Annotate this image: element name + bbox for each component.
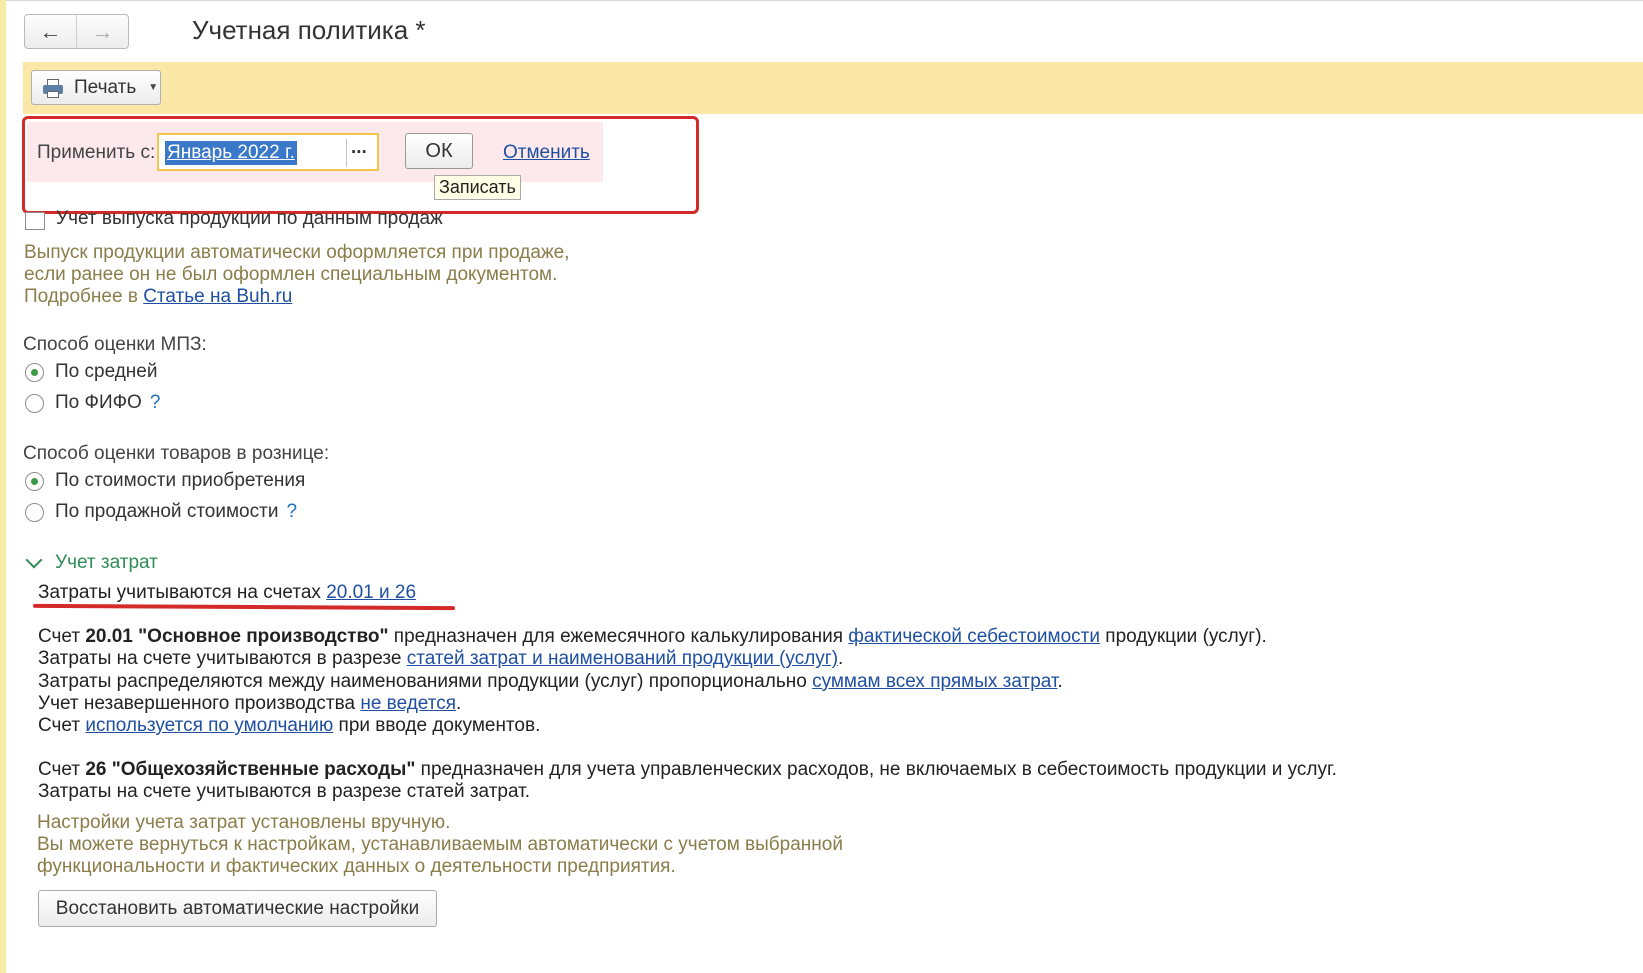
production-by-sales-label[interactable]: Учет выпуска продукции по данным продаж bbox=[56, 208, 443, 230]
command-bar: Печать ▼ bbox=[23, 62, 1643, 114]
retail-purchase-label[interactable]: По стоимости приобретения bbox=[55, 470, 305, 492]
dropdown-caret-icon: ▼ bbox=[148, 82, 159, 93]
account-26-description: Счет 26 "Общехозяйственные расходы" пред… bbox=[38, 759, 1337, 803]
cost-items-link[interactable]: статей затрат и наименований продукции (… bbox=[407, 648, 838, 669]
mpz-average-label[interactable]: По средней bbox=[55, 361, 157, 383]
production-by-sales-checkbox[interactable] bbox=[25, 212, 45, 230]
highlight-frame bbox=[22, 116, 699, 214]
account-2001-description: Счет 20.01 "Основное производство" предн… bbox=[38, 626, 1267, 737]
nav-buttons: ← → bbox=[24, 14, 129, 49]
printer-icon bbox=[42, 78, 64, 98]
red-underline-mark bbox=[32, 603, 456, 611]
forward-button[interactable]: → bbox=[76, 15, 128, 48]
manual-settings-hint: Настройки учета затрат установлены вручн… bbox=[37, 812, 843, 877]
left-edge-bar bbox=[0, 0, 6, 973]
mpz-fifo-radio[interactable] bbox=[25, 394, 44, 413]
retail-sale-radio[interactable] bbox=[25, 503, 44, 522]
mpz-fifo-label[interactable]: По ФИФО bbox=[55, 392, 142, 413]
retail-title: Способ оценки товаров в рознице: bbox=[23, 443, 330, 464]
print-button-label: Печать bbox=[74, 76, 137, 98]
restore-auto-settings-button[interactable]: Восстановить автоматические настройки bbox=[38, 890, 437, 927]
top-border bbox=[6, 0, 1643, 1]
mpz-average-radio[interactable] bbox=[25, 363, 44, 382]
mpz-title: Способ оценки МПЗ: bbox=[23, 334, 207, 355]
buh-article-link[interactable]: Статье на Buh.ru bbox=[143, 286, 292, 307]
retail-sale-label[interactable]: По продажной стоимости bbox=[55, 501, 278, 522]
wip-link[interactable]: не ведется bbox=[360, 693, 456, 714]
help-icon[interactable]: ? bbox=[286, 501, 297, 522]
costs-group-title: Учет затрат bbox=[55, 552, 158, 573]
arrow-right-icon: → bbox=[91, 18, 114, 44]
mpz-fifo-option: По ФИФО? bbox=[55, 392, 160, 414]
retail-purchase-radio[interactable] bbox=[25, 472, 44, 491]
direct-costs-link[interactable]: суммам всех прямых затрат bbox=[812, 671, 1057, 692]
chevron-down-icon bbox=[25, 554, 43, 572]
retail-sale-option: По продажной стоимости? bbox=[55, 501, 297, 523]
page-title: Учетная политика * bbox=[192, 15, 426, 45]
actual-cost-link[interactable]: фактической себестоимости bbox=[848, 626, 1100, 647]
accounts-link[interactable]: 20.01 и 26 bbox=[326, 582, 416, 603]
print-button[interactable]: Печать ▼ bbox=[31, 70, 161, 105]
costs-group-toggle[interactable]: Учет затрат bbox=[25, 552, 158, 574]
back-button[interactable]: ← bbox=[25, 15, 76, 48]
production-hint: Выпуск продукции автоматически оформляет… bbox=[24, 242, 570, 307]
default-usage-link[interactable]: используется по умолчанию bbox=[85, 715, 333, 736]
help-icon[interactable]: ? bbox=[150, 392, 161, 413]
arrow-left-icon: ← bbox=[39, 18, 62, 44]
costs-accounts-line: Затраты учитываются на счетах 20.01 и 26 bbox=[38, 582, 417, 603]
